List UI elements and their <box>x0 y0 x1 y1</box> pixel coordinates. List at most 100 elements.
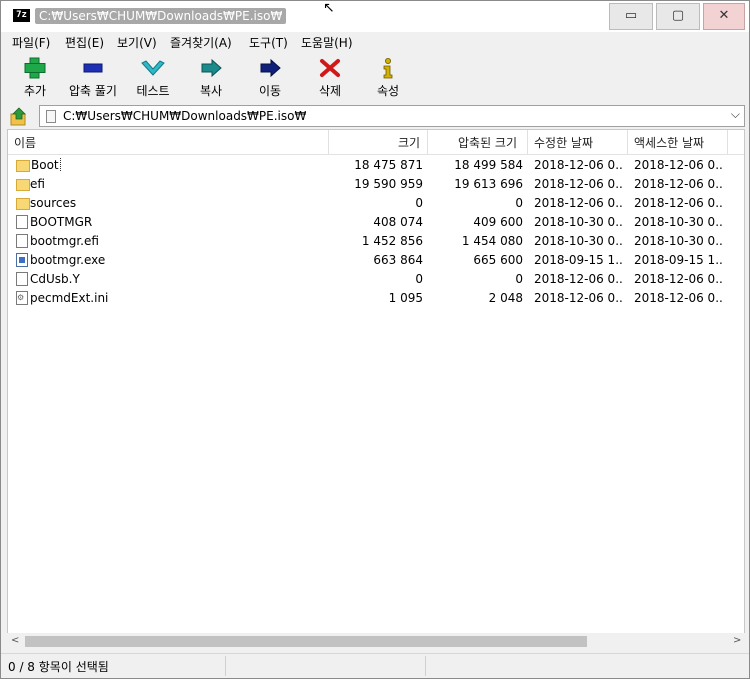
file-name-text: Boot <box>30 158 61 172</box>
menu-file[interactable]: 파일(F) <box>12 34 50 51</box>
horizontal-scrollbar[interactable]: < > <box>7 633 745 650</box>
extract-label: 압축 풀기 <box>69 84 117 98</box>
table-row[interactable]: CdUsb.Y 0 0 2018-12-06 0... 2018-12-06 0... <box>8 270 744 289</box>
delete-x-icon <box>320 59 340 77</box>
file-accessed: 2018-09-15 1... <box>634 253 724 267</box>
file-size: 1 095 <box>388 291 423 305</box>
file-modified: 2018-12-06 0... <box>534 177 624 191</box>
table-row[interactable]: pecmdExt.ini 1 095 2 048 2018-12-06 0... 201… <box>8 289 744 308</box>
file-icon <box>16 215 28 229</box>
file-accessed: 2018-12-06 0... <box>634 158 724 172</box>
settings-file-icon <box>16 291 28 305</box>
file-modified: 2018-12-06 0... <box>534 291 624 305</box>
file-accessed: 2018-12-06 0... <box>634 177 724 191</box>
scroll-right-icon[interactable]: > <box>733 635 741 646</box>
properties-button[interactable]: 속성 <box>360 56 416 99</box>
archive-window: 7z C:₩Users₩CHUM₩Downloads₩PE.iso₩ ▭ ▢ ✕… <box>0 0 750 679</box>
menu-bar: 파일(F) 편집(E) 보기(V) 즐겨찾기(A) 도구(T) 도움말(H) <box>1 32 749 52</box>
column-separator[interactable] <box>328 130 329 154</box>
window-title: C:₩Users₩CHUM₩Downloads₩PE.iso₩ <box>35 8 287 24</box>
column-accessed[interactable]: 액세스한 날짜 <box>634 134 704 151</box>
file-name: Boot <box>30 158 320 172</box>
column-name[interactable]: 이름 <box>14 134 36 151</box>
address-path: C:₩Users₩CHUM₩Downloads₩PE.iso₩ <box>63 109 307 123</box>
file-name: bootmgr.efi <box>30 234 320 248</box>
chevron-down-icon[interactable]: ⌵ <box>731 107 740 122</box>
test-label: 테스트 <box>136 84 170 98</box>
file-packed-size: 0 <box>515 272 523 286</box>
file-accessed: 2018-12-06 0... <box>634 291 724 305</box>
file-packed-size: 2 048 <box>488 291 523 305</box>
close-button[interactable]: ✕ <box>703 3 745 30</box>
table-row[interactable]: sources 0 0 2018-12-06 0... 2018-12-06 0... <box>8 194 744 213</box>
table-row[interactable]: Boot 18 475 871 18 499 584 2018-12-06 0... 2… <box>8 156 744 175</box>
file-size: 19 590 959 <box>354 177 423 191</box>
column-separator[interactable] <box>727 130 728 154</box>
file-icon <box>16 234 28 248</box>
menu-view[interactable]: 보기(V) <box>117 34 157 51</box>
file-packed-size: 665 600 <box>473 253 523 267</box>
folder-up-icon <box>10 107 26 126</box>
minimize-button[interactable]: ▭ <box>609 3 653 30</box>
add-button[interactable]: 추가 <box>7 56 63 99</box>
minus-icon <box>83 63 103 73</box>
column-separator[interactable] <box>627 130 628 154</box>
file-packed-size: 18 499 584 <box>454 158 523 172</box>
file-list: 이름 크기 압축된 크기 수정한 날짜 액세스한 날짜 Boot 18 475 8… <box>7 129 745 649</box>
address-row: C:₩Users₩CHUM₩Downloads₩PE.iso₩ ⌵ <box>1 104 749 129</box>
app-7z-icon: 7z <box>13 9 30 22</box>
folder-icon <box>16 160 30 172</box>
list-header: 이름 크기 압축된 크기 수정한 날짜 액세스한 날짜 <box>8 130 744 155</box>
file-size: 408 074 <box>373 215 423 229</box>
copy-button[interactable]: 복사 <box>183 56 239 99</box>
file-size: 0 <box>415 272 423 286</box>
column-size[interactable]: 크기 <box>398 134 420 151</box>
file-name: CdUsb.Y <box>30 272 320 286</box>
file-name-text: efi <box>30 177 45 191</box>
file-icon <box>16 272 28 286</box>
table-row[interactable]: bootmgr.efi 1 452 856 1 454 080 2018-10-30 … <box>8 232 744 251</box>
column-modified[interactable]: 수정한 날짜 <box>534 134 593 151</box>
address-bar[interactable]: C:₩Users₩CHUM₩Downloads₩PE.iso₩ ⌵ <box>39 105 745 127</box>
file-name-text: sources <box>30 196 77 210</box>
file-packed-size: 409 600 <box>473 215 523 229</box>
file-packed-size: 19 613 696 <box>454 177 523 191</box>
extract-button[interactable]: 압축 풀기 <box>65 56 121 99</box>
info-icon <box>383 58 393 79</box>
scrollbar-thumb[interactable] <box>25 636 587 647</box>
column-separator[interactable] <box>427 130 428 154</box>
file-name: sources <box>30 196 320 210</box>
scroll-left-icon[interactable]: < <box>11 635 19 646</box>
properties-label: 속성 <box>376 84 400 98</box>
file-packed-size: 1 454 080 <box>461 234 523 248</box>
folder-icon <box>16 198 30 210</box>
delete-button[interactable]: 삭제 <box>302 56 358 99</box>
toolbar: 추가 압축 풀기 테스트 복사 이동 삭제 속성 <box>1 52 749 102</box>
table-row[interactable]: bootmgr.exe 663 864 665 600 2018-09-15 1...… <box>8 251 744 270</box>
move-label: 이동 <box>258 84 282 98</box>
test-button[interactable]: 테스트 <box>125 56 181 99</box>
table-row[interactable]: efi 19 590 959 19 613 696 2018-12-06 0... 20… <box>8 175 744 194</box>
file-modified: 2018-12-06 0... <box>534 158 624 172</box>
column-separator[interactable] <box>527 130 528 154</box>
menu-help[interactable]: 도움말(H) <box>301 34 353 51</box>
menu-tools[interactable]: 도구(T) <box>249 34 288 51</box>
delete-label: 삭제 <box>318 84 342 98</box>
status-bar: 0 / 8 항목이 선택됨 <box>1 653 749 678</box>
menu-edit[interactable]: 편집(E) <box>65 34 104 51</box>
file-accessed: 2018-12-06 0... <box>634 196 724 210</box>
move-button[interactable]: 이동 <box>242 56 298 99</box>
plus-icon <box>24 57 46 79</box>
file-modified: 2018-12-06 0... <box>534 196 624 210</box>
file-name-text: pecmdExt.ini <box>30 291 109 305</box>
status-divider <box>225 656 226 676</box>
file-name: pecmdExt.ini <box>30 291 320 305</box>
up-folder-button[interactable] <box>7 106 31 128</box>
file-modified: 2018-09-15 1... <box>534 253 624 267</box>
menu-favorites[interactable]: 즐겨찾기(A) <box>170 34 232 51</box>
file-modified: 2018-12-06 0... <box>534 272 624 286</box>
title-bar[interactable]: 7z C:₩Users₩CHUM₩Downloads₩PE.iso₩ ▭ ▢ ✕ <box>1 1 749 32</box>
column-packed-size[interactable]: 압축된 크기 <box>458 134 517 151</box>
table-row[interactable]: BOOTMGR 408 074 409 600 2018-10-30 0... 2018… <box>8 213 744 232</box>
maximize-button[interactable]: ▢ <box>656 3 700 30</box>
